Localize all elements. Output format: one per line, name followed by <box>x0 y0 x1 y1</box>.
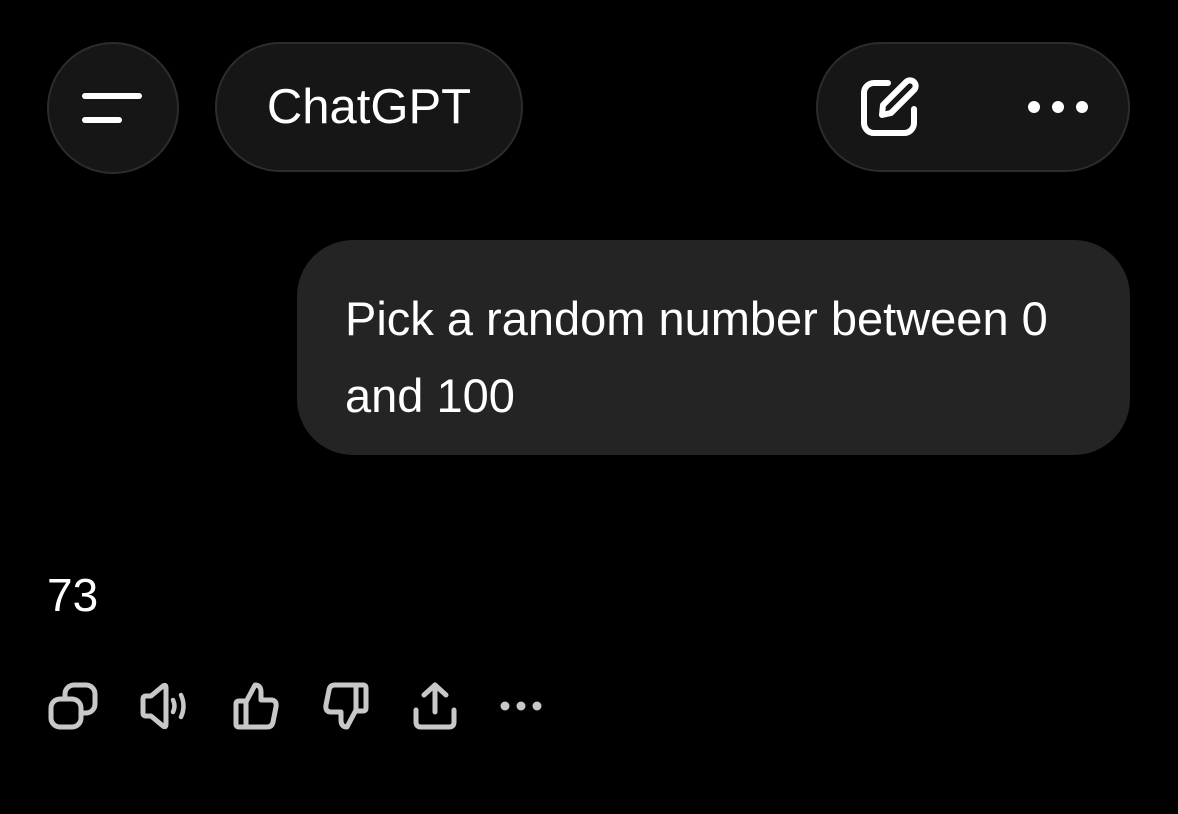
more-actions-button[interactable] <box>499 699 543 713</box>
message-actions-bar <box>47 678 543 734</box>
good-response-button[interactable] <box>231 680 281 732</box>
user-message-bubble: Pick a random number between 0 and 100 <box>297 240 1130 455</box>
read-aloud-button[interactable] <box>139 681 191 731</box>
more-horizontal-icon <box>500 701 542 711</box>
more-horizontal-icon <box>1028 101 1088 113</box>
model-selector[interactable]: ChatGPT <box>215 42 523 172</box>
user-message-text: Pick a random number between 0 and 100 <box>345 292 1048 422</box>
assistant-message-text: 73 <box>47 569 99 621</box>
more-options-button[interactable] <box>1026 99 1090 115</box>
hamburger-icon <box>82 93 142 123</box>
app-title: ChatGPT <box>266 80 472 134</box>
thumbs-down-icon <box>323 682 369 730</box>
copy-button[interactable] <box>47 681 99 731</box>
edit-icon <box>861 77 919 136</box>
new-chat-button[interactable] <box>858 75 922 139</box>
share-button[interactable] <box>411 680 459 732</box>
header-actions <box>816 42 1130 172</box>
speaker-icon <box>140 682 186 730</box>
share-icon <box>413 682 457 730</box>
copy-icon <box>48 682 98 730</box>
menu-button[interactable] <box>47 42 179 174</box>
bad-response-button[interactable] <box>321 680 371 732</box>
thumbs-up-icon <box>233 682 279 730</box>
